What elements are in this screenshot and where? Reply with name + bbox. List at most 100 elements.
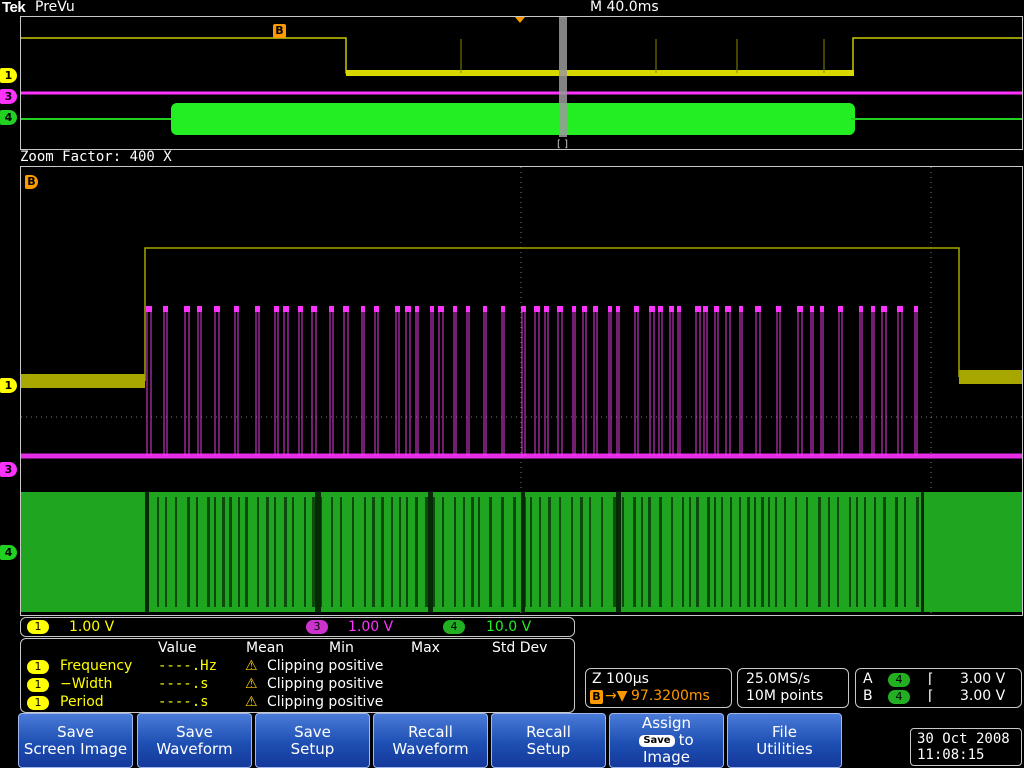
ch1-badge: 1: [27, 660, 49, 674]
status-bar: Tek PreVu M 40.0ms: [0, 0, 1024, 16]
ch1-noise-right: [959, 370, 1022, 384]
save-screen-image-button[interactable]: Save Screen Image: [18, 713, 133, 768]
ch3-overview-tag[interactable]: 3: [0, 89, 17, 104]
softkey-label: File: [771, 722, 798, 741]
file-utilities-button[interactable]: File Utilities: [727, 713, 842, 768]
date: 30 Oct 2008: [917, 731, 1010, 747]
date-time-display: 30 Oct 2008 11:08:15: [910, 728, 1022, 766]
ch4-scale-value[interactable]: 10.0 V: [486, 619, 531, 635]
ch4-tag-label: 4: [4, 546, 13, 559]
acquisition-readout[interactable]: 25.0MS/s 10M points: [737, 668, 849, 708]
ch3-tag-label: 3: [4, 463, 13, 476]
svg-text:[ ]: [ ]: [557, 139, 568, 149]
recall-setup-button[interactable]: Recall Setup: [491, 713, 606, 768]
softkey-label: Recall: [526, 722, 571, 741]
rising-edge-icon: ⌈: [928, 688, 934, 704]
prevu-title: PreVu: [35, 0, 75, 15]
zoom-trigger-label: B: [27, 175, 36, 188]
ch3-zoom-tag[interactable]: 3: [0, 462, 17, 477]
tek-logo: Tek: [2, 0, 26, 16]
softkey-label: Image: [643, 748, 690, 766]
ch3-tag-label: 3: [4, 90, 13, 103]
ch1-tag-label: 1: [4, 379, 13, 392]
ch1-overview-tag[interactable]: 1: [0, 68, 17, 83]
softkey-label: Waveform: [156, 739, 233, 758]
ch4-overview-tag[interactable]: 4: [0, 110, 17, 125]
trigger-b-badge: B: [590, 690, 603, 704]
header-std-dev: Std Dev: [492, 640, 548, 656]
ch1-overview-trace: [21, 37, 1022, 74]
ch1-tag-label: 1: [4, 69, 13, 82]
channel-scale-bar: 1 1.00 V 3 1.00 V 4 10.0 V: [20, 617, 575, 637]
ch4-tag-label: 4: [4, 111, 13, 124]
header-min: Min: [329, 640, 354, 656]
measurement-row[interactable]: 1 Period ----.s ⚠ Clipping positive: [21, 694, 574, 712]
warning-icon: ⚠: [245, 658, 258, 674]
zoom-waveform-panel[interactable]: B: [20, 166, 1023, 616]
timebase-readout[interactable]: M 40.0ms: [590, 0, 659, 15]
measurement-table[interactable]: Value Mean Min Max Std Dev 1 Frequency -…: [20, 638, 575, 713]
measurement-value: ----.s: [158, 676, 209, 692]
zoom-position-readout[interactable]: Z 100µs B →▼ 97.3200ms: [585, 668, 732, 708]
warning-icon: ⚠: [245, 676, 258, 692]
rising-edge-icon: ⌈: [928, 671, 934, 687]
trigger-readout[interactable]: A 4 ⌈ 3.00 V B 4 ⌈ 3.00 V: [855, 668, 1022, 708]
softkey-label: Utilities: [756, 739, 813, 758]
softkey-label: Assign: [641, 714, 692, 732]
ch4-zoom-tag[interactable]: 4: [0, 545, 17, 560]
trigger-position-icon: [515, 17, 525, 23]
save-setup-button[interactable]: Save Setup: [255, 713, 370, 768]
ch1-zoom-trace: [144, 247, 960, 381]
ch1-scale-badge[interactable]: 1: [27, 620, 49, 634]
overview-waveform-panel[interactable]: [ ] B: [20, 16, 1023, 150]
overview-trigger-b-marker[interactable]: B: [273, 24, 286, 38]
measurement-label: Period: [60, 694, 104, 710]
softkey-label: Save: [176, 722, 213, 741]
save-waveform-button[interactable]: Save Waveform: [137, 713, 252, 768]
trigger-b-source: 4: [888, 690, 910, 704]
measurement-value: ----.Hz: [158, 658, 218, 674]
overview-traces: [ ]: [21, 17, 1022, 149]
trigger-position: 97.3200ms: [631, 688, 710, 704]
trigger-b-label: B: [863, 688, 873, 704]
measurement-label: −Width: [60, 676, 113, 692]
measurement-row[interactable]: 1 Frequency ----.Hz ⚠ Clipping positive: [21, 658, 574, 676]
measurement-row[interactable]: 1 −Width ----.s ⚠ Clipping positive: [21, 676, 574, 694]
recall-waveform-button[interactable]: Recall Waveform: [373, 713, 488, 768]
trigger-marker-label: B: [275, 24, 284, 37]
trigger-a-level: 3.00 V: [960, 671, 1006, 687]
ch1-noise-left: [21, 374, 145, 388]
clipping-warning: Clipping positive: [267, 658, 384, 674]
trigger-a-source: 4: [888, 673, 910, 687]
measurement-value: ----.s: [158, 694, 209, 710]
softkey-label: Waveform: [392, 739, 469, 758]
ch3-scale-value[interactable]: 1.00 V: [348, 619, 393, 635]
softkey-label: Save: [57, 722, 94, 741]
save-key-icon: Save: [639, 734, 675, 747]
zoom-traces: [21, 167, 1022, 615]
clipping-warning: Clipping positive: [267, 676, 384, 692]
warning-icon: ⚠: [245, 694, 258, 710]
ch4-overview-band: [171, 103, 855, 135]
ch1-zoom-tag[interactable]: 1: [0, 378, 17, 393]
trigger-arrow-icon: →▼: [605, 688, 628, 704]
ch1-scale-value[interactable]: 1.00 V: [69, 619, 114, 635]
clipping-warning: Clipping positive: [267, 694, 384, 710]
ch1-badge: 1: [27, 696, 49, 710]
trigger-a-label: A: [863, 671, 873, 687]
softkey-label: Screen Image: [23, 739, 128, 758]
ch4-scale-badge[interactable]: 4: [443, 620, 465, 634]
ch1-badge: 1: [27, 678, 49, 692]
softkey-label-row: Save to: [639, 731, 694, 749]
softkey-label: Setup: [526, 739, 571, 758]
sample-rate: 25.0MS/s: [746, 671, 811, 687]
softkey-label: Save: [294, 722, 331, 741]
assign-save-to-image-button[interactable]: Assign Save to Image: [609, 713, 724, 768]
zoom-window-marker: [559, 17, 567, 137]
measurement-label: Frequency: [60, 658, 133, 674]
time: 11:08:15: [917, 747, 985, 763]
softkey-label: Recall: [408, 722, 453, 741]
header-max: Max: [411, 640, 440, 656]
softkey-label: to: [678, 731, 694, 749]
ch3-scale-badge[interactable]: 3: [306, 620, 328, 634]
